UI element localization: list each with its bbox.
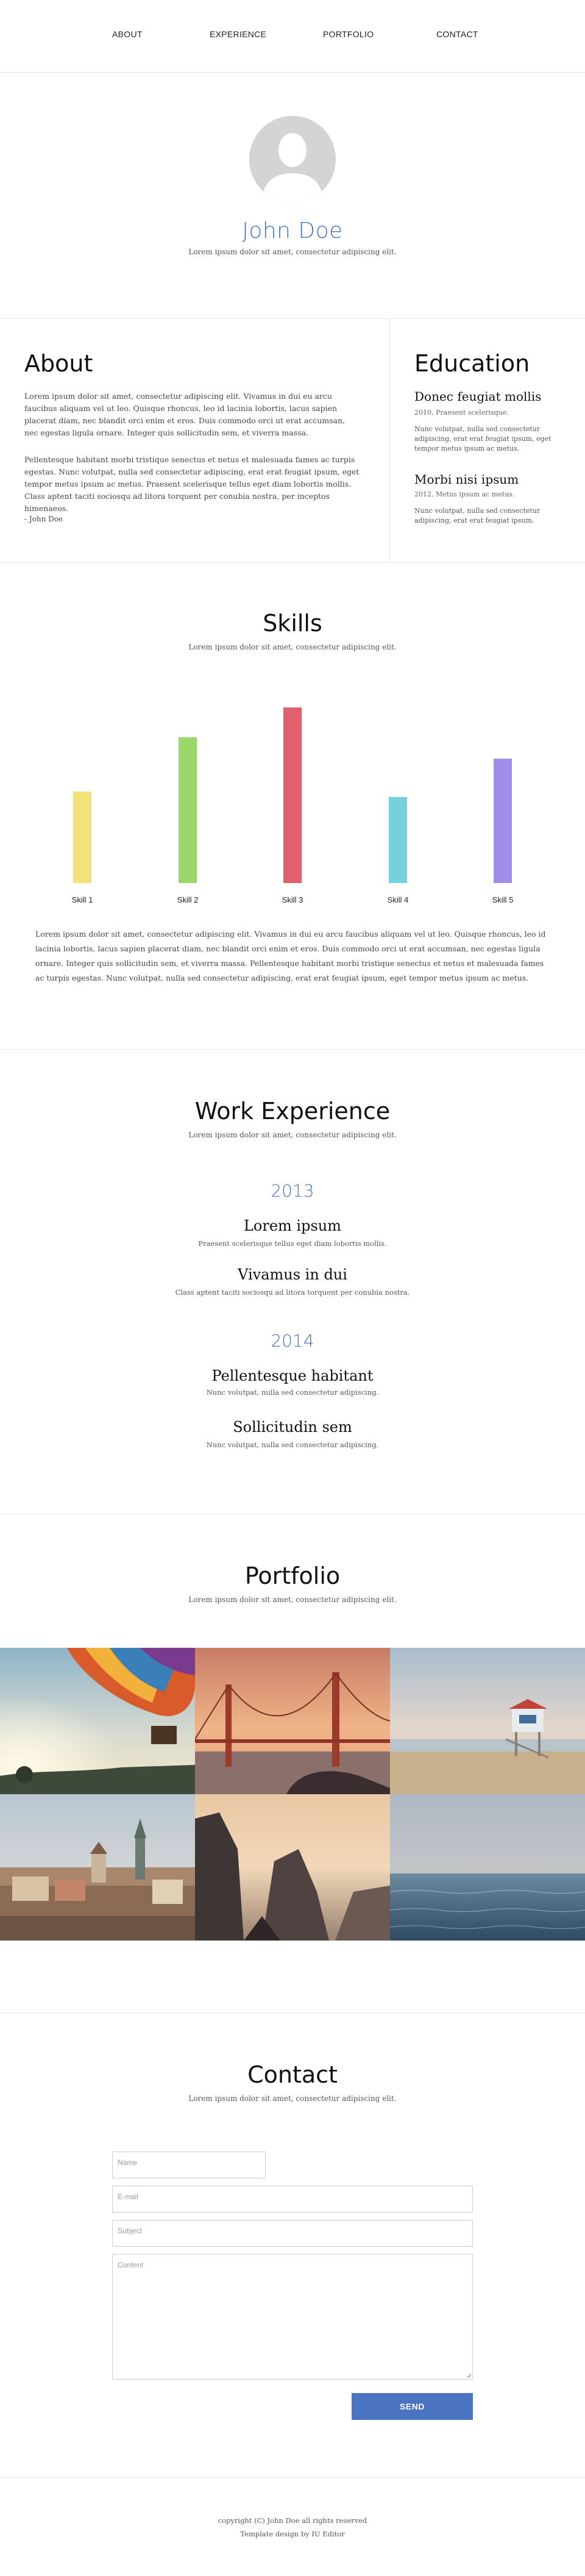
divider bbox=[0, 318, 585, 319]
send-button[interactable]: SEND bbox=[352, 2393, 473, 2420]
skill-bar bbox=[389, 797, 407, 883]
portfolio-image-sea[interactable] bbox=[390, 1794, 585, 1941]
job-title: Pellentesque habitant bbox=[211, 1367, 374, 1384]
about-paragraph-1: Lorem ipsum dolor sit amet, consectetur … bbox=[24, 392, 346, 437]
nav-item-portfolio[interactable]: PORTFOLIO bbox=[323, 29, 374, 39]
job-description: Praesent scelerisque tellus eget diam lo… bbox=[198, 1239, 387, 1248]
skill-bar bbox=[494, 759, 512, 883]
work-title: Work Experience bbox=[194, 1098, 391, 1125]
job-title: Vivamus in dui bbox=[238, 1266, 347, 1283]
job-title: Sollicitudin sem bbox=[233, 1419, 352, 1436]
about-paragraph-2: Pellentesque habitant morbi tristique se… bbox=[24, 455, 360, 513]
skills-paragraph: Lorem ipsum dolor sit amet, consectetur … bbox=[35, 929, 546, 982]
portfolio-image-old-town[interactable] bbox=[0, 1794, 195, 1941]
skills-subtitle: Lorem ipsum dolor sit amet, consectetur … bbox=[188, 643, 397, 651]
skill-label: Skill 2 bbox=[177, 895, 199, 904]
work-year: 2014 bbox=[271, 1331, 314, 1351]
vertical-divider bbox=[389, 318, 390, 562]
name-field[interactable]: Name bbox=[112, 2152, 266, 2178]
portfolio-image-cliffs[interactable] bbox=[195, 1794, 390, 1941]
divider bbox=[0, 562, 585, 563]
skill-bar bbox=[283, 707, 302, 883]
portfolio-subtitle: Lorem ipsum dolor sit amet, consectetur … bbox=[188, 1595, 397, 1604]
footer-copyright: copyright (C) John Doe all rights reserv… bbox=[218, 2516, 367, 2525]
resize-handle-icon[interactable] bbox=[466, 2372, 472, 2378]
skill-label: Skill 1 bbox=[71, 895, 93, 904]
content-textarea[interactable]: Content bbox=[112, 2254, 473, 2380]
skill-bar bbox=[179, 737, 197, 883]
portfolio-image-lifeguard-tower[interactable] bbox=[390, 1648, 585, 1794]
divider bbox=[0, 2477, 585, 2478]
user-silhouette-icon bbox=[249, 116, 336, 202]
skill-label: Skill 5 bbox=[492, 895, 514, 904]
skills-title: Skills bbox=[263, 610, 322, 637]
about-title: About bbox=[24, 350, 93, 377]
job-description: Nunc volutpat, nulla sed consectetur adi… bbox=[206, 1388, 379, 1397]
hero-name: John Doe bbox=[242, 218, 343, 243]
hero-tagline: Lorem ipsum dolor sit amet, consectetur … bbox=[188, 248, 397, 256]
education-item-meta: 2010, Praesent scelerisque. bbox=[414, 409, 509, 417]
subject-field[interactable]: Subject bbox=[112, 2220, 473, 2247]
nav-item-experience[interactable]: EXPERIENCE bbox=[210, 29, 266, 39]
education-item-text: Nunc volutpat, nulla sed consectetur adi… bbox=[414, 425, 551, 453]
education-title: Education bbox=[414, 350, 530, 377]
education-item-text: Nunc volutpat, nulla sed consectetur adi… bbox=[414, 507, 541, 524]
work-year: 2013 bbox=[271, 1181, 314, 1201]
about-signature: - John Doe bbox=[24, 515, 63, 523]
avatar bbox=[249, 116, 336, 202]
contact-subtitle: Lorem ipsum dolor sit amet, consectetur … bbox=[188, 2094, 397, 2103]
top-nav: ABOUT EXPERIENCE PORTFOLIO CONTACT bbox=[0, 0, 585, 73]
portfolio-image-balloon[interactable] bbox=[0, 1648, 195, 1794]
skill-bar bbox=[73, 792, 91, 883]
divider bbox=[0, 2012, 585, 2013]
work-subtitle: Lorem ipsum dolor sit amet, consectetur … bbox=[188, 1131, 397, 1139]
skill-label: Skill 4 bbox=[387, 895, 409, 904]
contact-title: Contact bbox=[247, 2061, 338, 2088]
job-title: Lorem ipsum bbox=[243, 1217, 342, 1234]
nav-item-contact[interactable]: CONTACT bbox=[436, 29, 478, 39]
portfolio-title: Portfolio bbox=[244, 1562, 341, 1589]
footer-credit: Template design by IU Editor bbox=[240, 2530, 345, 2538]
education-item-heading: Donec feugiat mollis bbox=[414, 389, 542, 404]
education-item-heading: Morbi nisi ipsum bbox=[414, 472, 519, 487]
nav-item-about[interactable]: ABOUT bbox=[112, 29, 143, 39]
education-item-meta: 2012, Metus ipsum ac metus. bbox=[414, 490, 515, 498]
job-description: Class aptent taciti sociosqu ad litora t… bbox=[175, 1288, 410, 1297]
skill-label: Skill 3 bbox=[282, 895, 303, 904]
job-description: Nunc volutpat, nulla sed consectetur adi… bbox=[206, 1440, 379, 1449]
divider bbox=[0, 1049, 585, 1050]
email-field[interactable]: E-mail bbox=[112, 2186, 473, 2213]
portfolio-image-bridge[interactable] bbox=[195, 1648, 390, 1794]
